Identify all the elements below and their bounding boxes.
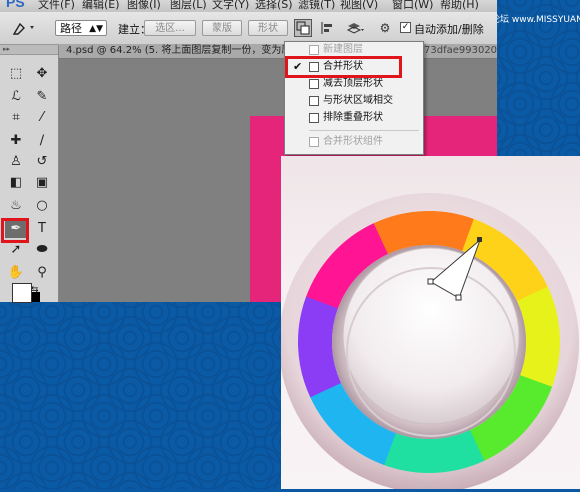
menu-type[interactable]: 文字(Y) bbox=[212, 0, 249, 12]
menu-window[interactable]: 窗口(W) bbox=[392, 0, 433, 12]
menu-item-merge-shape-components[interactable]: 合并形状组件 bbox=[285, 134, 423, 150]
path-operations-button[interactable] bbox=[294, 19, 312, 37]
menu-image[interactable]: 图像(I) bbox=[127, 0, 161, 12]
anchor-point-bottom[interactable] bbox=[455, 294, 462, 301]
menu-edit[interactable]: 编辑(E) bbox=[82, 0, 120, 12]
new-layer-icon bbox=[309, 45, 319, 55]
menu-separator bbox=[309, 130, 419, 131]
clone-stamp-tool-icon[interactable]: ♙ bbox=[5, 153, 27, 171]
document-tab-extra[interactable]: 73dfae99302008 bbox=[424, 44, 497, 58]
gear-icon: ⚙ bbox=[379, 21, 391, 35]
menu-help[interactable]: 帮助(H) bbox=[440, 0, 479, 12]
anchor-point-top[interactable] bbox=[477, 237, 482, 242]
move-tool-icon[interactable]: ✥ bbox=[31, 65, 53, 83]
ellipse-tool-icon[interactable]: ⬬ bbox=[31, 241, 53, 259]
app-logo: PS bbox=[6, 0, 25, 10]
highlight-pen-tool bbox=[1, 218, 29, 243]
zoom-tool-icon[interactable]: ⚲ bbox=[31, 264, 53, 282]
path-alignment-button[interactable] bbox=[318, 19, 336, 37]
menu-filter[interactable]: 滤镜(T) bbox=[298, 0, 335, 12]
gradient-tool-icon[interactable]: ▣ bbox=[31, 174, 53, 192]
quick-selection-tool-icon[interactable]: ✎ bbox=[31, 88, 53, 106]
pen-icon bbox=[12, 22, 34, 35]
menu-view[interactable]: 视图(V) bbox=[340, 0, 378, 12]
make-selection-button[interactable]: 选区... bbox=[144, 20, 196, 36]
toolbox-header[interactable]: ▸▸ bbox=[0, 45, 58, 55]
toolbox: ▸▸ ⬚ ✥ ℒ ✎ ⌗ ⁄ ✚ ∕ ♙ ↺ ◧ ▣ ♨ ○ ✒ T ➚ ⬬ ✋… bbox=[0, 45, 59, 302]
document-tab-bar: 4.psd @ 64.2% (5. 将上面图层复制一份，变为原来的 73dfae… bbox=[58, 44, 497, 59]
settings-button[interactable]: ⚙ bbox=[376, 19, 394, 37]
healing-brush-tool-icon[interactable]: ✚ bbox=[5, 132, 27, 150]
auto-add-delete-label: 自动添加/删除 bbox=[414, 23, 484, 36]
merge-components-icon bbox=[309, 137, 319, 147]
menu-item-exclude-overlapping[interactable]: 排除重叠形状 bbox=[285, 110, 423, 126]
auto-add-delete-checkbox[interactable]: ✓ bbox=[400, 22, 411, 33]
highlight-combine-shapes bbox=[285, 56, 402, 78]
eyedropper-tool-icon[interactable]: ⁄ bbox=[31, 109, 53, 127]
pen-tool-preset[interactable] bbox=[10, 19, 38, 37]
menu-bar: PS 文件(F) 编辑(E) 图像(I) 图层(L) 文字(Y) 选择(S) 滤… bbox=[0, 0, 497, 12]
arrange-icon bbox=[346, 23, 364, 34]
menu-file[interactable]: 文件(F) bbox=[38, 0, 75, 12]
menu-layer[interactable]: 图层(L) bbox=[170, 0, 207, 12]
make-shape-button[interactable]: 形状 bbox=[248, 20, 288, 36]
history-brush-tool-icon[interactable]: ↺ bbox=[31, 153, 53, 171]
marquee-tool-icon[interactable]: ⬚ bbox=[5, 65, 27, 83]
anchor-point-left[interactable] bbox=[427, 278, 434, 285]
menu-item-subtract-front-shape[interactable]: 减去顶层形状 bbox=[285, 76, 423, 92]
tool-mode-value: 路径 bbox=[60, 22, 82, 35]
align-icon bbox=[321, 22, 332, 34]
path-operations-icon bbox=[296, 21, 310, 35]
make-mask-button[interactable]: 蒙版 bbox=[202, 20, 242, 36]
path-selection-tool-icon[interactable]: ➚ bbox=[5, 241, 27, 259]
knob-graphic bbox=[279, 193, 579, 492]
intersect-shape-icon bbox=[309, 96, 319, 106]
crop-tool-icon[interactable]: ⌗ bbox=[5, 109, 27, 127]
blur-tool-icon[interactable]: ♨ bbox=[5, 197, 27, 215]
eraser-tool-icon[interactable]: ◧ bbox=[5, 174, 27, 192]
path-arrangement-button[interactable] bbox=[344, 19, 366, 37]
lasso-tool-icon[interactable]: ℒ bbox=[5, 88, 27, 106]
chevron-down-icon: ▲▼ bbox=[89, 24, 103, 34]
color-knob-illustration bbox=[279, 156, 580, 492]
menu-item-intersect-shapes[interactable]: 与形状区域相交 bbox=[285, 93, 423, 109]
tool-mode-select[interactable]: 路径 ▲▼ bbox=[55, 20, 107, 36]
document-tab[interactable]: 4.psd @ 64.2% (5. 将上面图层复制一份，变为原来的 bbox=[66, 44, 311, 58]
foreground-color-swatch[interactable] bbox=[12, 283, 32, 303]
hand-tool-icon[interactable]: ✋ bbox=[5, 264, 27, 282]
brush-tool-icon[interactable]: ∕ bbox=[31, 132, 53, 150]
type-tool-icon[interactable]: T bbox=[31, 220, 53, 238]
menu-select[interactable]: 选择(S) bbox=[255, 0, 293, 12]
subtract-shape-icon bbox=[309, 79, 319, 89]
exclude-shape-icon bbox=[309, 113, 319, 123]
dodge-tool-icon[interactable]: ○ bbox=[31, 197, 53, 215]
knob-disc bbox=[342, 247, 520, 425]
